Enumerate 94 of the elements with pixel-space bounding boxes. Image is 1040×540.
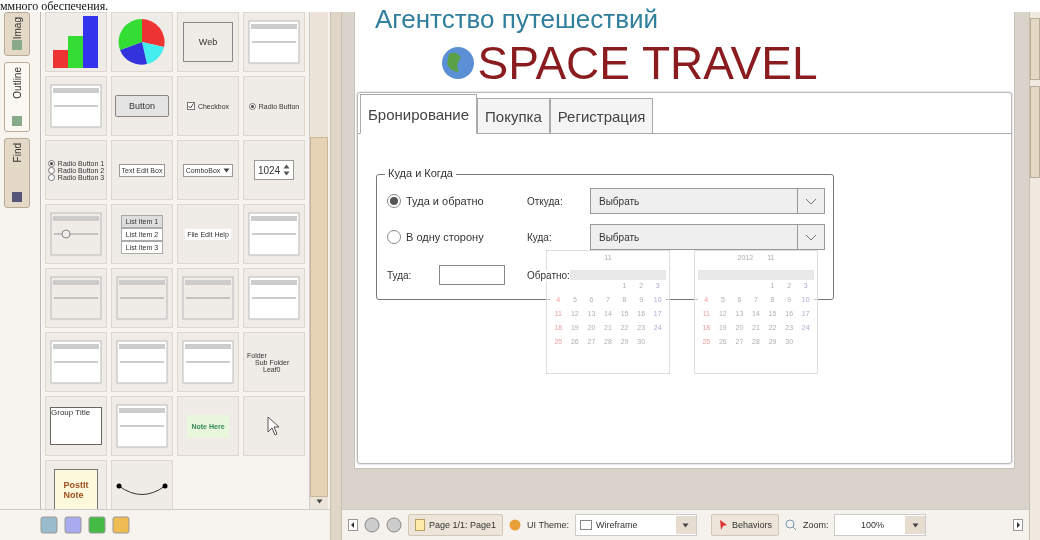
palette-tile[interactable] bbox=[111, 332, 173, 392]
dropdown[interactable]: Выбрать bbox=[590, 188, 825, 214]
progress-drawing bbox=[116, 276, 168, 320]
toolbar-icon[interactable] bbox=[40, 516, 58, 534]
palette-tile[interactable]: 1024 bbox=[243, 140, 305, 200]
caret-down-icon bbox=[911, 522, 919, 528]
tab-icon bbox=[11, 191, 23, 203]
palette-tile[interactable] bbox=[243, 396, 305, 456]
splitter-bar[interactable] bbox=[330, 12, 342, 540]
side-tab[interactable]: Outline bbox=[4, 62, 30, 132]
theme-label: UI Theme: bbox=[527, 520, 569, 530]
document-text: ммного обеспечения. bbox=[0, 0, 109, 12]
web-widget: Web bbox=[183, 22, 233, 62]
caret-down-icon bbox=[223, 167, 231, 173]
dropdown[interactable]: Выбрать bbox=[590, 224, 825, 250]
spinner-arrows-icon bbox=[283, 164, 291, 176]
palette-tile[interactable] bbox=[111, 460, 173, 509]
zoom-label: Zoom: bbox=[802, 520, 829, 530]
globe-icon bbox=[441, 46, 476, 80]
behaviors-button[interactable]: Behaviors bbox=[710, 514, 779, 536]
palette-tile[interactable] bbox=[45, 76, 107, 136]
postit-note: PostIt Note bbox=[54, 469, 98, 509]
caret-down-icon bbox=[682, 522, 690, 528]
palette-tile[interactable] bbox=[243, 12, 305, 72]
toolbar-icon[interactable] bbox=[64, 516, 82, 534]
side-tab[interactable]: Imag bbox=[4, 12, 30, 56]
date-field[interactable] bbox=[439, 265, 506, 285]
tab[interactable]: Регистрация bbox=[549, 98, 654, 133]
tab[interactable]: Бронирование bbox=[360, 94, 478, 134]
tab-icon bbox=[11, 39, 23, 51]
palette-tile[interactable] bbox=[111, 268, 173, 328]
theme-dropdown[interactable]: Wireframe bbox=[574, 514, 697, 536]
radio-icon bbox=[248, 102, 256, 110]
palette-tile[interactable] bbox=[243, 268, 305, 328]
chevron-down-icon bbox=[805, 197, 817, 205]
scrollpane-drawing bbox=[248, 276, 300, 320]
cursor-icon bbox=[267, 416, 281, 436]
palette-tile[interactable]: Group Title bbox=[45, 396, 107, 456]
tab-icon bbox=[11, 115, 23, 127]
side-tab[interactable]: Find bbox=[4, 138, 30, 208]
radio-option[interactable]: В одну сторону bbox=[387, 219, 527, 255]
palette-tile[interactable] bbox=[45, 268, 107, 328]
scroll-left-icon[interactable] bbox=[348, 519, 358, 531]
spinner-value: 1024 bbox=[257, 164, 281, 176]
palette-tile[interactable] bbox=[177, 332, 239, 392]
palette-tile[interactable] bbox=[45, 204, 107, 264]
tabs-drawing bbox=[50, 340, 102, 384]
side-tab[interactable] bbox=[1030, 18, 1040, 80]
table-drawing bbox=[182, 340, 234, 384]
page-title: SPACE TRAVEL bbox=[477, 36, 818, 90]
bar-chart-icon bbox=[51, 16, 101, 68]
scroll-right-icon[interactable] bbox=[1013, 519, 1023, 531]
radio-label: В одну сторону bbox=[406, 231, 484, 243]
palette-tile[interactable] bbox=[111, 12, 173, 72]
button-widget: Button bbox=[115, 95, 169, 117]
menu-drawing bbox=[248, 212, 300, 256]
hscroll-drawing bbox=[182, 276, 234, 320]
window-drawing bbox=[116, 404, 168, 448]
page-button[interactable]: Page 1/1: Page1 bbox=[408, 514, 504, 536]
group-widget: Group Title bbox=[50, 407, 102, 445]
page-icon bbox=[415, 519, 425, 531]
side-tab[interactable] bbox=[1030, 86, 1040, 178]
chevron-down-icon bbox=[805, 233, 817, 241]
toolbar-icon[interactable] bbox=[112, 516, 130, 534]
palette-tile[interactable] bbox=[45, 12, 107, 72]
wireframe-icon bbox=[579, 520, 592, 530]
field-label: Откуда: bbox=[527, 195, 564, 207]
field-label: Куда: bbox=[527, 231, 553, 243]
checkbox-icon bbox=[186, 102, 195, 110]
palette-tile[interactable] bbox=[45, 332, 107, 392]
zoom-dropdown[interactable]: 100% bbox=[834, 514, 927, 536]
tab[interactable]: Покупка bbox=[477, 98, 550, 133]
page-subtitle: Агентство путешествий bbox=[375, 4, 659, 35]
scroll-thumb[interactable] bbox=[310, 137, 328, 498]
group-title: Куда и Когда bbox=[385, 167, 456, 179]
palette-tile[interactable] bbox=[111, 396, 173, 456]
radio-option[interactable]: Туда и обратно bbox=[387, 183, 527, 219]
field-label: Обратно: bbox=[527, 269, 570, 281]
field-label: Туда: bbox=[387, 269, 412, 281]
palette-tile[interactable]: PostIt Note bbox=[45, 460, 107, 509]
vtabs-drawing bbox=[116, 340, 168, 384]
palette-tile[interactable]: Button bbox=[111, 76, 173, 136]
list-window-drawing bbox=[248, 20, 300, 64]
pie-chart-icon bbox=[118, 18, 166, 66]
slider-drawing bbox=[50, 212, 102, 256]
toolbar-icon[interactable] bbox=[88, 516, 106, 534]
hslider-drawing bbox=[50, 276, 102, 320]
zoom-icon bbox=[784, 519, 797, 531]
palette-tile[interactable] bbox=[177, 268, 239, 328]
calendar-drawing bbox=[50, 84, 102, 128]
radio-label: Туда и обратно bbox=[406, 195, 484, 207]
palette-tile[interactable]: Web bbox=[177, 12, 239, 72]
palette-tile[interactable] bbox=[243, 204, 305, 264]
curve-icon bbox=[116, 483, 168, 497]
